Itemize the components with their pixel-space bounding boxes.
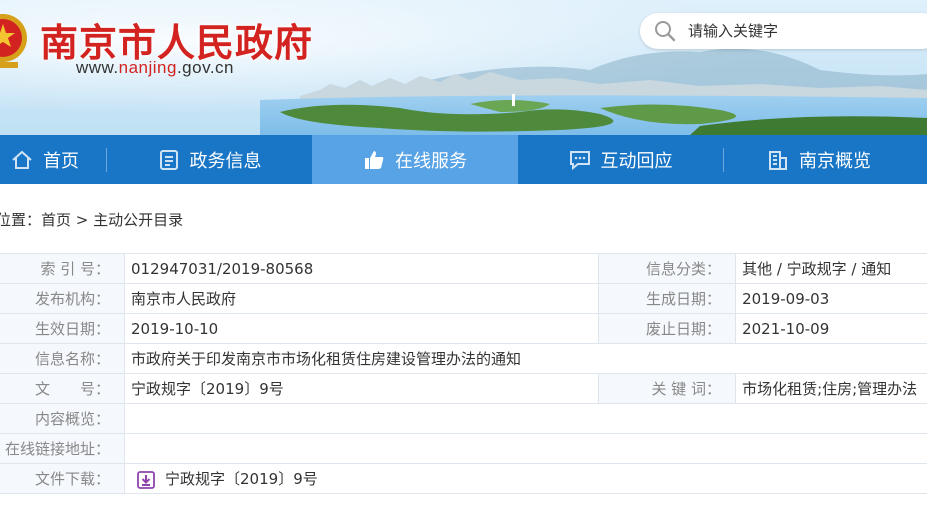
national-emblem-icon xyxy=(0,14,27,68)
file-download-label: 文件下载： xyxy=(0,463,126,494)
index-number-value: 012947031/2019-80568 xyxy=(124,253,599,284)
breadcrumb: 位置：首页 > 主动公开目录 xyxy=(0,209,183,230)
nav-item-label: 在线服务 xyxy=(395,150,467,172)
file-download-cell: 宁政规字〔2019〕9号 xyxy=(124,463,927,494)
site-url-highlight: nanjing xyxy=(118,58,177,77)
site-url-prefix: www. xyxy=(76,58,119,77)
site-url: www.nanjing.gov.cn xyxy=(76,58,234,78)
thumbs-up-icon xyxy=(365,150,384,169)
table-row: 文 号： 宁政规字〔2019〕9号 关 键 词： 市场化租赁;住房;管理办法 xyxy=(0,373,927,404)
effective-date-label: 生效日期： xyxy=(0,313,126,344)
main-nav: 首页 政务信息 在线服务 互动回应 南京概览 xyxy=(0,135,927,184)
info-name-label: 信息名称： xyxy=(0,343,126,374)
nav-item-home[interactable]: 首页 xyxy=(0,135,106,184)
info-name-value: 市政府关于印发南京市市场化租赁住房建设管理办法的通知 xyxy=(124,343,927,374)
created-date-label: 生成日期： xyxy=(597,283,737,314)
site-url-suffix: .gov.cn xyxy=(176,58,235,77)
summary-value xyxy=(124,403,927,434)
table-row: 文件下载： 宁政规字〔2019〕9号 xyxy=(0,463,927,494)
chat-icon xyxy=(569,150,590,170)
nav-item-interaction[interactable]: 互动回应 xyxy=(518,135,723,184)
nav-item-gov-info[interactable]: 政务信息 xyxy=(107,135,312,184)
table-row: 内容概览： xyxy=(0,403,927,434)
nav-item-label: 政务信息 xyxy=(189,150,262,172)
online-link-label: 在线链接地址： xyxy=(0,433,126,464)
online-link-value xyxy=(124,433,927,464)
table-row: 信息名称： 市政府关于印发南京市市场化租赁住房建设管理办法的通知 xyxy=(0,343,927,374)
category-label: 信息分类： xyxy=(597,253,737,284)
breadcrumb-current-link[interactable]: 主动公开目录 xyxy=(93,211,183,229)
nav-item-online-service[interactable]: 在线服务 xyxy=(312,135,518,184)
table-row: 索 引 号： 012947031/2019-80568 信息分类： 其他 / 宁… xyxy=(0,253,927,284)
summary-label: 内容概览： xyxy=(0,403,126,434)
category-value: 其他 / 宁政规字 / 通知 xyxy=(735,253,927,284)
index-number-label: 索 引 号： xyxy=(0,253,126,284)
search-box xyxy=(640,13,927,49)
home-icon xyxy=(12,150,32,169)
breadcrumb-home-link[interactable]: 首页 xyxy=(41,211,71,229)
effective-date-value: 2019-10-10 xyxy=(124,313,599,344)
expiry-date-value: 2021-10-09 xyxy=(735,313,927,344)
nav-item-label: 首页 xyxy=(43,150,79,172)
document-icon xyxy=(159,149,178,170)
keywords-value: 市场化租赁;住房;管理办法 xyxy=(735,373,927,404)
breadcrumb-prefix: 位置： xyxy=(0,211,42,229)
search-input[interactable] xyxy=(686,21,920,41)
table-row: 发布机构： 南京市人民政府 生成日期： 2019-09-03 xyxy=(0,283,927,314)
expiry-date-label: 废止日期： xyxy=(597,313,737,344)
created-date-value: 2019-09-03 xyxy=(735,283,927,314)
document-number-value: 宁政规字〔2019〕9号 xyxy=(124,373,599,404)
building-icon xyxy=(769,150,787,170)
document-number-label: 文 号： xyxy=(0,373,126,404)
breadcrumb-separator: > xyxy=(71,211,94,229)
document-info-table: 索 引 号： 012947031/2019-80568 信息分类： 其他 / 宁… xyxy=(0,253,927,494)
table-row: 在线链接地址： xyxy=(0,433,927,464)
file-download-link[interactable]: 宁政规字〔2019〕9号 xyxy=(165,470,318,488)
publisher-value: 南京市人民政府 xyxy=(124,283,599,314)
nav-item-nanjing-overview[interactable]: 南京概览 xyxy=(724,135,914,184)
nav-item-label: 南京概览 xyxy=(799,150,871,172)
publisher-label: 发布机构： xyxy=(0,283,126,314)
nav-item-label: 互动回应 xyxy=(600,150,673,172)
keywords-label: 关 键 词： xyxy=(597,373,737,404)
search-icon[interactable] xyxy=(654,20,676,42)
table-row: 生效日期： 2019-10-10 废止日期： 2021-10-09 xyxy=(0,313,927,344)
header-banner: 南京市人民政府 www.nanjing.gov.cn xyxy=(0,0,927,135)
download-icon[interactable] xyxy=(137,470,155,489)
